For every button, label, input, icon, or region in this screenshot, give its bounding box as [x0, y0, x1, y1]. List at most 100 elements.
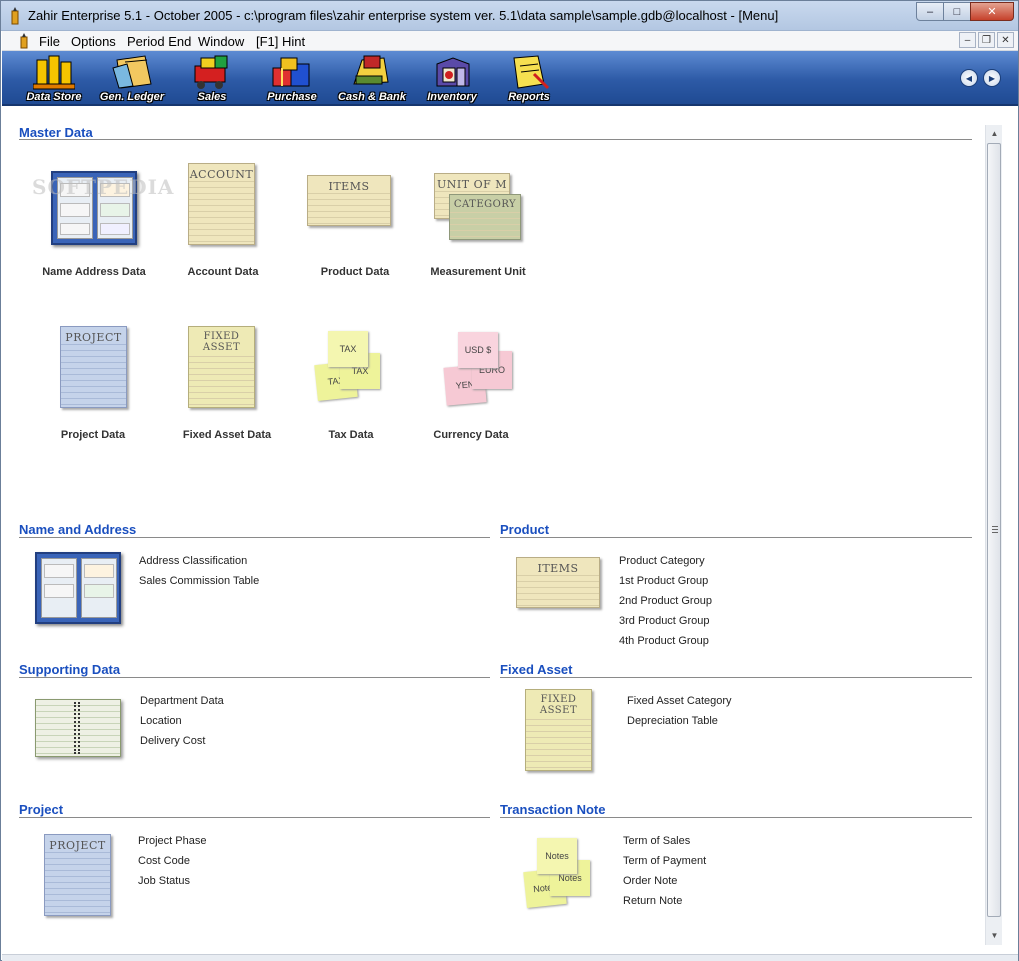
link-location[interactable]: Location — [140, 715, 182, 727]
toolbar-purchase[interactable]: Purchase — [259, 53, 325, 103]
toolbar-sales[interactable]: Sales — [179, 53, 245, 103]
link-term-of-sales[interactable]: Term of Sales — [623, 835, 690, 847]
toolbar-next-button[interactable]: ▶ — [983, 69, 1001, 87]
menu-file[interactable]: File — [39, 34, 60, 49]
app-icon — [9, 7, 21, 25]
tile-label: Project Data — [60, 429, 126, 441]
mdi-restore-button[interactable]: ❐ — [978, 32, 995, 48]
tile-label: Name Address Data — [42, 266, 146, 278]
menu-options[interactable]: Options — [71, 34, 116, 49]
mdi-minimize-button[interactable]: – — [959, 32, 976, 48]
tile-label: Currency Data — [433, 429, 509, 441]
link-address-classification[interactable]: Address Classification — [139, 555, 247, 567]
link-cost-code[interactable]: Cost Code — [138, 855, 190, 867]
scroll-down-button[interactable]: ▼ — [986, 927, 1003, 944]
menu-hint[interactable]: [F1] Hint — [256, 34, 305, 49]
window-title: Zahir Enterprise 5.1 - October 2005 - c:… — [28, 8, 779, 23]
currency-note-icon: USD $ — [458, 332, 498, 368]
project-sheet-icon: PROJECT — [60, 326, 127, 408]
toolbar-reports[interactable]: Reports — [496, 53, 562, 103]
category-sheet-icon: CATEGORY — [449, 194, 521, 240]
tile-label: Measurement Unit — [430, 266, 526, 278]
link-project-phase[interactable]: Project Phase — [138, 835, 206, 847]
menu-app-icon[interactable] — [18, 33, 30, 49]
section-divider — [500, 817, 972, 818]
tile-label: Fixed Asset Data — [182, 429, 272, 441]
maximize-button[interactable]: □ — [943, 2, 971, 21]
section-title-product: Product — [500, 522, 550, 537]
link-4th-product-group[interactable]: 4th Product Group — [619, 635, 709, 647]
scroll-thumb[interactable] — [987, 143, 1001, 917]
inventory-icon — [436, 57, 470, 87]
project-sheet-icon[interactable]: PROJECT — [44, 834, 111, 916]
card-book-icon[interactable] — [35, 552, 121, 624]
note-sticky: Notes — [537, 838, 577, 874]
toolbar-label: Inventory — [427, 91, 477, 103]
vertical-scrollbar[interactable]: ▲ ▼ — [985, 125, 1002, 945]
toolbar-label: Purchase — [267, 91, 317, 103]
link-depreciation-table[interactable]: Depreciation Table — [627, 715, 718, 727]
tile-label: Account Data — [187, 266, 259, 278]
toolbar-data-store[interactable]: Data Store — [21, 53, 87, 103]
reports-icon — [513, 55, 550, 90]
section-title-transaction-note: Transaction Note — [500, 802, 606, 817]
link-term-of-payment[interactable]: Term of Payment — [623, 855, 706, 867]
section-divider — [19, 817, 490, 818]
section-title-master-data: Master Data — [19, 125, 93, 140]
link-2nd-product-group[interactable]: 2nd Product Group — [619, 595, 712, 607]
mdi-close-button[interactable]: ✕ — [997, 32, 1014, 48]
toolbar-inventory[interactable]: Inventory — [419, 53, 485, 103]
close-button[interactable]: ✕ — [970, 2, 1014, 21]
toolbar-label: Sales — [197, 91, 227, 103]
fixed-asset-sheet-icon[interactable]: FIXED ASSET — [525, 689, 592, 771]
section-divider — [19, 677, 490, 678]
toolbar-label: Data Store — [26, 91, 82, 103]
section-divider — [500, 677, 972, 678]
link-return-note[interactable]: Return Note — [623, 895, 682, 907]
fixed-asset-sheet-icon: FIXED ASSET — [188, 326, 255, 408]
toolbar-cash-bank[interactable]: Cash & Bank — [338, 53, 406, 103]
link-order-note[interactable]: Order Note — [623, 875, 677, 887]
section-title-name-address: Name and Address — [19, 522, 137, 537]
data-store-icon — [33, 55, 75, 90]
minimize-button[interactable]: – — [916, 2, 944, 21]
toolbar-label: Reports — [508, 91, 550, 103]
notebook-icon[interactable] — [35, 699, 121, 757]
grip-icon — [992, 526, 998, 533]
menu-bar: File Options Period End Window [F1] Hint… — [2, 31, 1018, 51]
toolbar-label: Gen. Ledger — [99, 91, 165, 103]
link-sales-commission-table[interactable]: Sales Commission Table — [139, 575, 259, 587]
link-3rd-product-group[interactable]: 3rd Product Group — [619, 615, 710, 627]
title-bar[interactable]: Zahir Enterprise 5.1 - October 2005 - c:… — [1, 1, 1018, 31]
scroll-up-button[interactable]: ▲ — [986, 125, 1003, 142]
tile-label: Tax Data — [328, 429, 374, 441]
menu-window[interactable]: Window — [198, 34, 244, 49]
toolbar-prev-button[interactable]: ◀ — [960, 69, 978, 87]
watermark-text: SOFTPEDIA — [32, 175, 175, 199]
section-title-supporting-data: Supporting Data — [19, 662, 121, 677]
window-bottom-border — [2, 954, 1018, 961]
link-product-category[interactable]: Product Category — [619, 555, 705, 567]
link-delivery-cost[interactable]: Delivery Cost — [140, 735, 205, 747]
menu-content: Master Data Name Address Data SOFTPEDIA … — [2, 108, 984, 954]
tax-note-icon: TAX — [328, 331, 368, 367]
ledger-icon — [112, 55, 152, 89]
section-divider — [500, 537, 972, 538]
link-1st-product-group[interactable]: 1st Product Group — [619, 575, 708, 587]
link-department-data[interactable]: Department Data — [140, 695, 224, 707]
tile-label: Product Data — [320, 266, 390, 278]
section-divider — [19, 537, 490, 538]
toolbar-gen-ledger[interactable]: Gen. Ledger — [99, 53, 165, 103]
link-job-status[interactable]: Job Status — [138, 875, 190, 887]
purchase-icon — [272, 57, 310, 87]
sales-icon — [194, 55, 228, 89]
app-window: Zahir Enterprise 5.1 - October 2005 - c:… — [0, 0, 1019, 961]
section-title-fixed-asset: Fixed Asset — [500, 662, 573, 677]
section-divider — [19, 139, 972, 140]
items-sheet-icon[interactable]: ITEMS — [516, 557, 600, 608]
items-sheet-icon: ITEMS — [307, 175, 391, 226]
menu-period-end[interactable]: Period End — [127, 34, 191, 49]
cash-bank-icon — [353, 55, 389, 85]
link-fixed-asset-category[interactable]: Fixed Asset Category — [627, 695, 732, 707]
main-toolbar: Data Store Gen. Ledger Sales Purchase Ca… — [2, 51, 1018, 106]
